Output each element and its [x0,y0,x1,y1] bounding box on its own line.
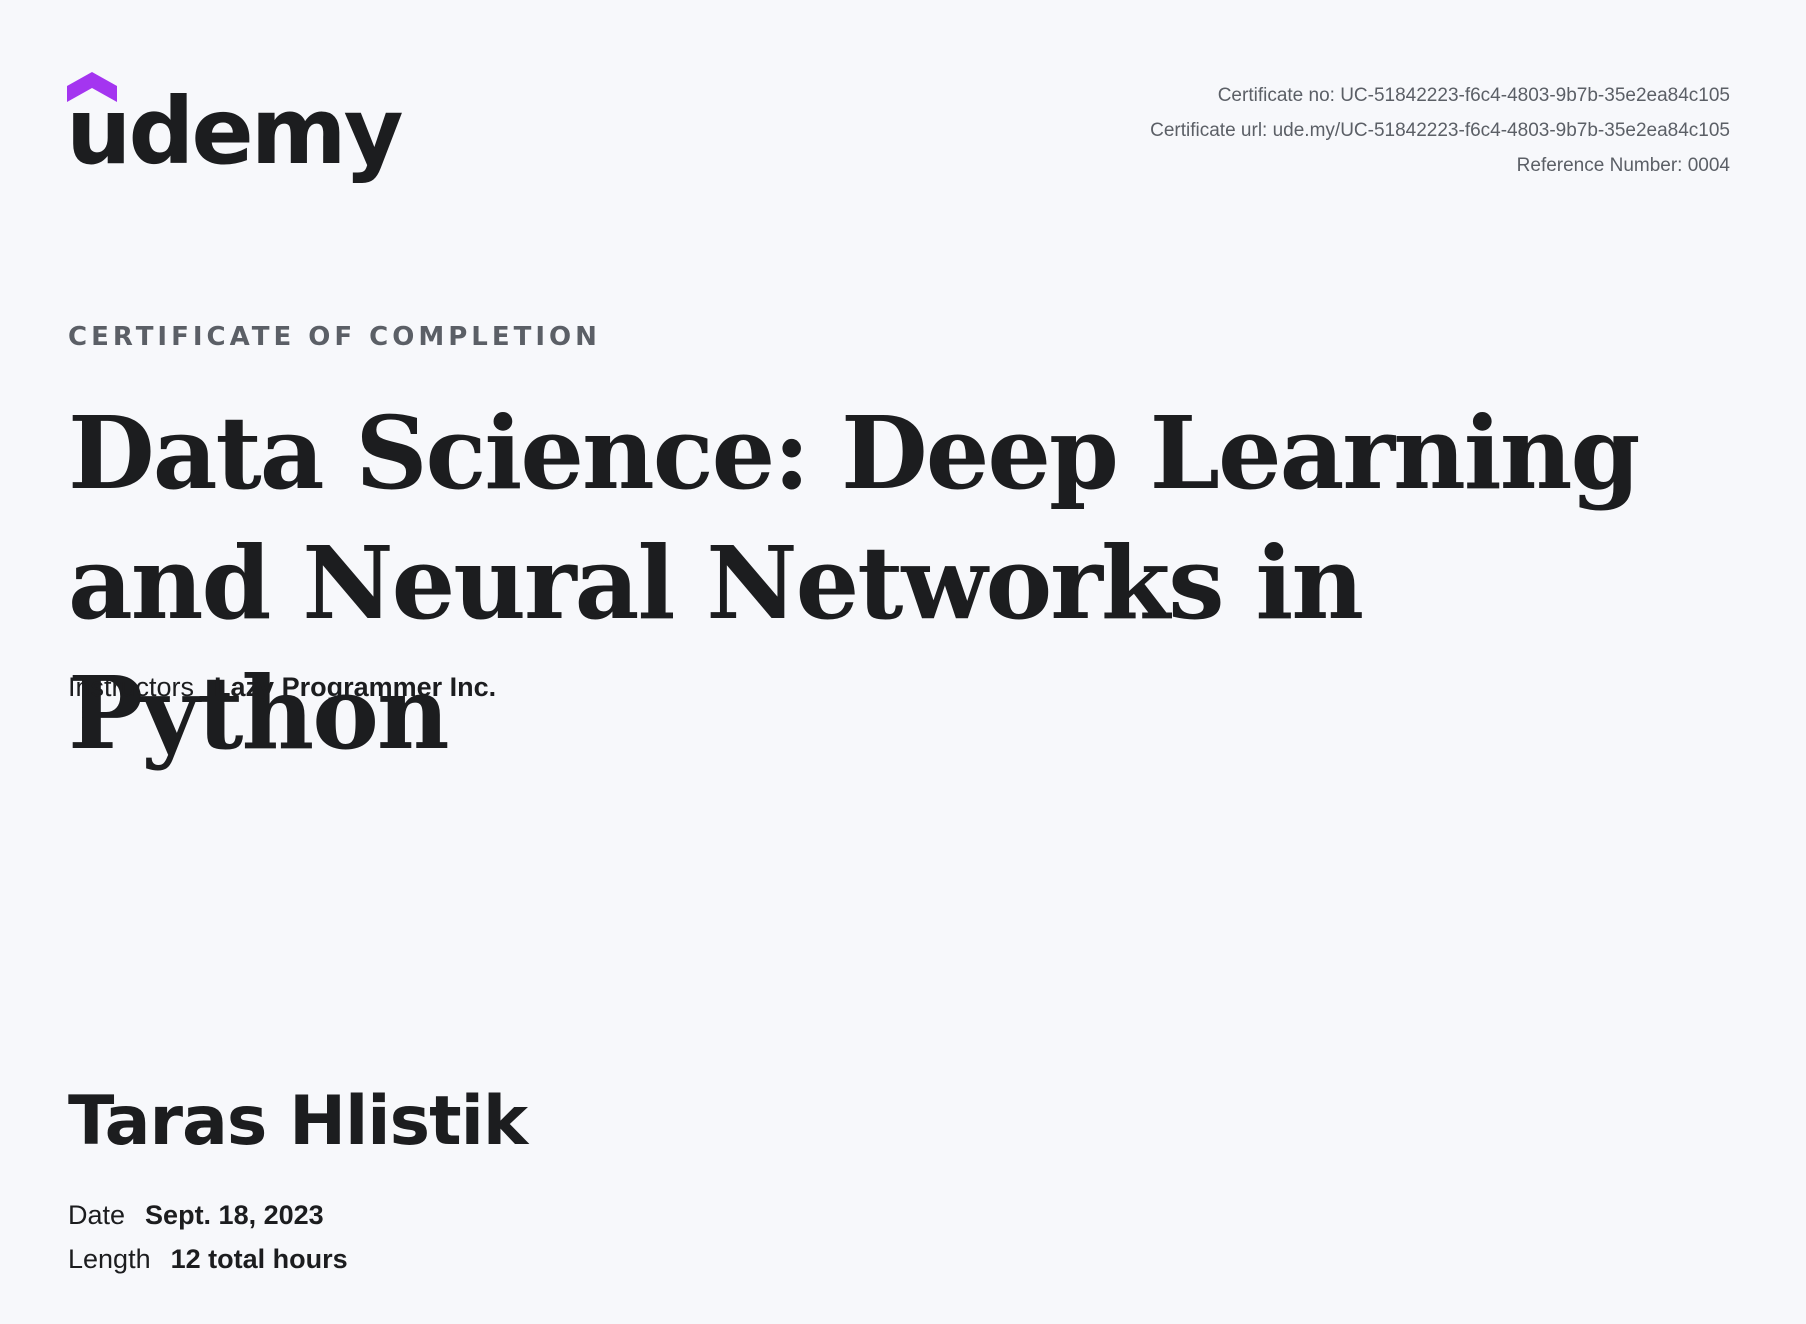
reference-number: Reference Number: 0004 [1516,155,1730,176]
certificate-meta: Certificate no: UC-51842223-f6c4-4803-9b… [1150,78,1730,183]
logo-wordmark: udemy [66,78,404,185]
course-title: Data Science: Deep Learning and Neural N… [68,394,1640,772]
instructors-value: Lazy Programmer Inc. [214,672,497,702]
certificate-page: udemy Certificate no: UC-51842223-f6c4-4… [0,0,1806,1324]
certificate-number: Certificate no: UC-51842223-f6c4-4803-9b… [1217,85,1730,106]
date-row: Date Sept. 18, 2023 [68,1200,324,1231]
instructors-label: Instructors [68,672,195,702]
instructors-row: Instructors Lazy Programmer Inc. [68,672,496,703]
certificate-url: Certificate url: ude.my/UC-51842223-f6c4… [1150,120,1730,141]
date-value: Sept. 18, 2023 [145,1200,324,1230]
certificate-kicker: CERTIFICATE OF COMPLETION [68,322,601,352]
date-label: Date [68,1200,126,1230]
length-row: Length 12 total hours [68,1244,348,1275]
length-value: 12 total hours [170,1244,348,1274]
length-label: Length [68,1244,151,1274]
recipient-name: Taras Hlistik [68,1082,528,1161]
udemy-logo: udemy [66,72,404,202]
